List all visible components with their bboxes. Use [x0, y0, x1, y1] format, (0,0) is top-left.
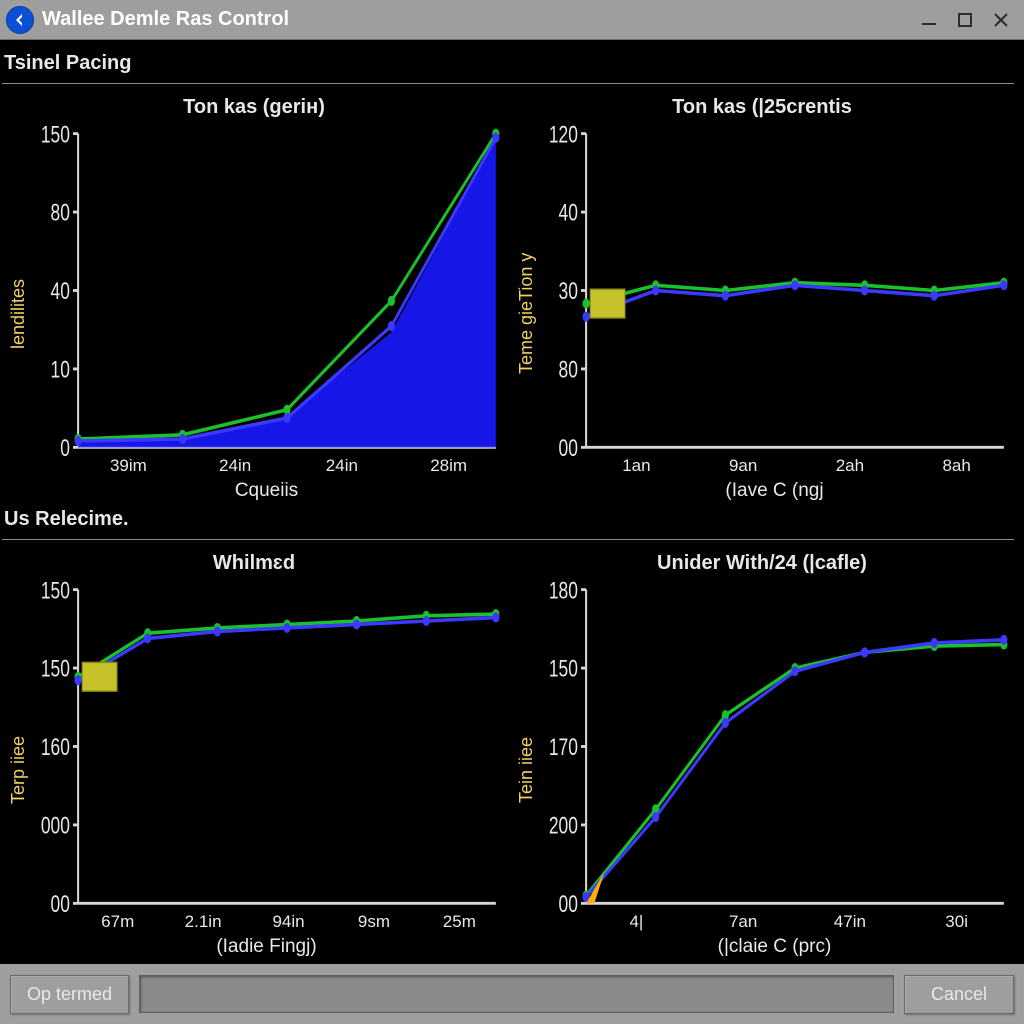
x-axis-label: (Iave C (ngj [539, 478, 1010, 502]
chart-bottom-left: WhilmɛdTerp iiee0000016015015067m2.1in94… [0, 546, 508, 960]
cancel-button[interactable]: Cancel [904, 975, 1014, 1014]
svg-text:00: 00 [559, 891, 578, 912]
svg-text:80: 80 [51, 200, 70, 227]
y-axis-label: Teme gieTion y [514, 125, 539, 502]
plot-area: 0 10 40 80 150 [31, 125, 502, 456]
x-tick: 2ah [797, 456, 904, 478]
chart-title: Unider With/24 (|cafle) [514, 548, 1010, 581]
window-controls [918, 9, 1012, 31]
titlebar: Wallee Demle Ras Control [0, 0, 1024, 40]
x-tick: 94in [246, 912, 331, 934]
close-button[interactable] [990, 9, 1012, 31]
chart-title: Ton kas (|25crentis [514, 92, 1010, 125]
svg-text:150: 150 [41, 125, 70, 148]
svg-text:180: 180 [549, 581, 578, 604]
x-ticks: 67m2.1in94in9sm25m [31, 912, 502, 934]
back-button[interactable] [6, 6, 34, 34]
arrow-left-icon [12, 12, 28, 28]
maximize-icon [955, 10, 975, 30]
close-icon [991, 10, 1011, 30]
svg-text:000: 000 [41, 813, 70, 840]
y-axis-label: Terp iiee [6, 581, 31, 958]
window-title: Wallee Demle Ras Control [42, 8, 918, 31]
x-tick: 28im [395, 456, 502, 478]
svg-text:200: 200 [549, 813, 578, 840]
plot-area: 00 200 170 150 180 [539, 581, 1010, 912]
svg-text:00: 00 [51, 891, 70, 912]
section-label-top: Tsinel Pacing [0, 48, 1016, 81]
chart-row-top: Ton kas (geriн)lendilites010408015039im2… [0, 90, 1016, 504]
content-area: Tsinel Pacing Ton kas (geriн)lendilites0… [0, 40, 1024, 964]
divider [2, 83, 1014, 84]
x-tick: 4| [583, 912, 690, 934]
x-tick: 1an [583, 456, 690, 478]
x-tick: 9an [690, 456, 797, 478]
x-tick: 2.1in [160, 912, 245, 934]
svg-text:40: 40 [559, 200, 578, 227]
svg-text:00: 00 [559, 435, 578, 456]
svg-text:150: 150 [549, 656, 578, 683]
svg-text:0: 0 [60, 435, 70, 456]
maximize-button[interactable] [954, 9, 976, 31]
svg-text:150: 150 [41, 581, 70, 604]
status-field[interactable] [139, 975, 894, 1013]
chart-title: Whilmɛd [6, 548, 502, 581]
x-axis-label: (Iadie Fingj) [31, 934, 502, 958]
chart-title: Ton kas (geriн) [6, 92, 502, 125]
x-ticks: 4|7an47in30i [539, 912, 1010, 934]
x-tick: 39im [75, 456, 182, 478]
x-axis-label: Cqueiis [31, 478, 502, 502]
footer-bar: Op termed Cancel [0, 964, 1024, 1024]
x-tick: 8ah [903, 456, 1010, 478]
svg-text:10: 10 [51, 357, 70, 384]
svg-text:150: 150 [41, 656, 70, 683]
y-axis-label: lendilites [6, 125, 31, 502]
minimize-button[interactable] [918, 9, 940, 31]
x-tick: 9sm [331, 912, 416, 934]
x-tick: 24in [182, 456, 289, 478]
svg-text:80: 80 [559, 357, 578, 384]
x-tick: 67m [75, 912, 160, 934]
x-axis-label: (|claie C (prс) [539, 934, 1010, 958]
x-tick: 30i [903, 912, 1010, 934]
chart-top-left: Ton kas (geriн)lendilites010408015039im2… [0, 90, 508, 504]
y-axis-label: Tein iiee [514, 581, 539, 958]
svg-text:40: 40 [51, 278, 70, 305]
divider [2, 539, 1014, 540]
x-tick: 47in [797, 912, 904, 934]
x-tick: 24in [289, 456, 396, 478]
x-tick: 25m [417, 912, 502, 934]
chart-bottom-right: Unider With/24 (|cafle)Tein iiee 00 200 170… [508, 546, 1016, 960]
section-label-bottom: Us Relecime. [0, 504, 1016, 537]
svg-text:30: 30 [559, 278, 578, 305]
svg-text:120: 120 [549, 125, 578, 148]
svg-text:160: 160 [41, 734, 70, 761]
plot-area: 00 80 30 40 120 [539, 125, 1010, 456]
minimize-icon [919, 10, 939, 30]
x-ticks: 39im24in24in28im [31, 456, 502, 478]
plot-area: 00000160150150 [31, 581, 502, 912]
x-ticks: 1an9an2ah8ah [539, 456, 1010, 478]
op-termed-button[interactable]: Op termed [10, 975, 129, 1014]
chart-top-right: Ton kas (|25crentisTeme gieTion y 00 80 30 4… [508, 90, 1016, 504]
x-tick: 7an [690, 912, 797, 934]
svg-text:170: 170 [549, 734, 578, 761]
chart-row-bottom: WhilmɛdTerp iiee0000016015015067m2.1in94… [0, 546, 1016, 960]
